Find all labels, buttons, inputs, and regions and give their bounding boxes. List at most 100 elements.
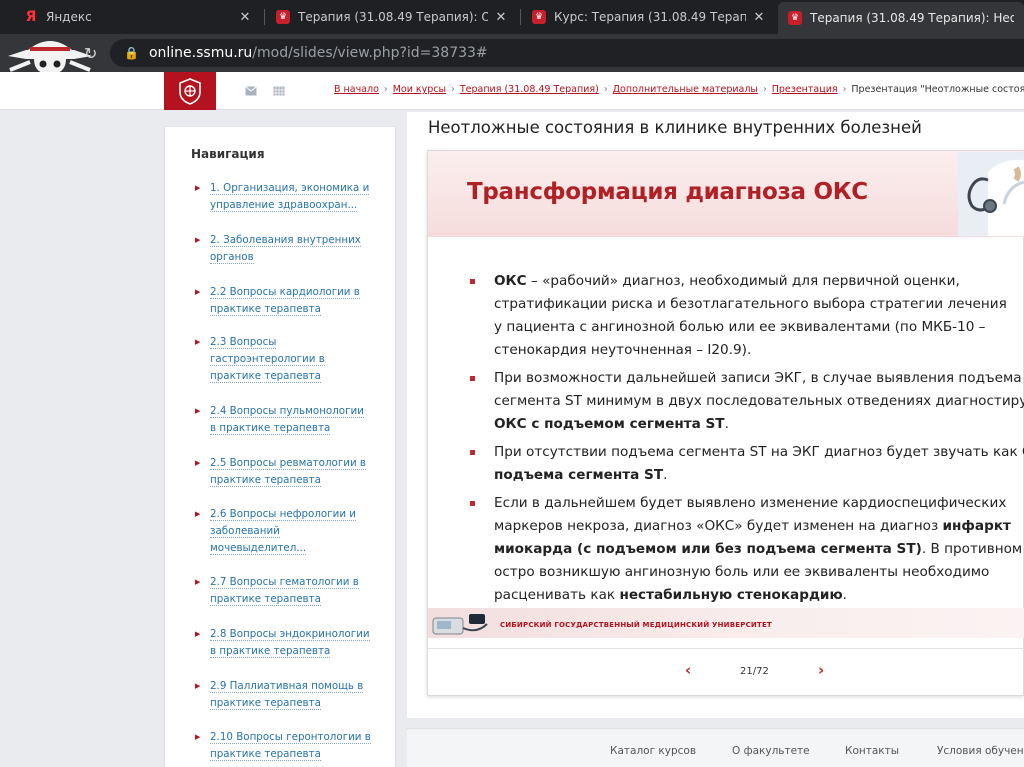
slide-text: нестабильную стенокардию: [619, 587, 843, 603]
breadcrumb-separator: ›: [842, 84, 847, 95]
slide-text: ОКС: [494, 273, 527, 289]
tab-course-overview[interactable]: ♛ Терапия (31.08.49 Терапия): Ос ✕: [266, 3, 518, 31]
bullet-icon: ▶: [195, 288, 201, 296]
slide-text: При возможности дальнейшей записи ЭКГ, в…: [494, 370, 1022, 386]
nav-item-label-line: 2.7 Вопросы гематологии в: [210, 576, 359, 589]
nav-item-label-line: практике терапевта: [210, 593, 321, 606]
nav-item[interactable]: ▶ 2.2 Вопросы кардиологии в практике терап…: [195, 284, 375, 318]
close-icon[interactable]: ✕: [752, 10, 766, 25]
mail-icon[interactable]: [245, 86, 257, 96]
university-crest-icon: ♛: [532, 10, 546, 24]
slide-divider: [428, 648, 1024, 649]
tab-yandex[interactable]: Я Яндекс ✕: [14, 3, 262, 31]
university-logo[interactable]: [164, 72, 216, 110]
bullet-icon: ▶: [195, 578, 201, 586]
breadcrumb-my-courses[interactable]: Мои курсы: [393, 84, 446, 95]
calendar-icon[interactable]: [273, 86, 285, 96]
breadcrumb-separator: ›: [383, 84, 388, 95]
nav-item-label: 2.9 Паллиативная помощь в практике терапе…: [210, 678, 375, 712]
nav-item-label-line: 2.6 Вопросы нефрологии и: [210, 508, 356, 521]
nav-item-label-line: практике терапевта: [210, 370, 321, 383]
tab-separator: [520, 9, 521, 25]
nav-item[interactable]: ▶ 2. Заболевания внутренних органов: [195, 232, 375, 266]
slide-bullet: Если в дальнейшем будет выявлено изменен…: [468, 492, 1024, 607]
nav-item-label-line: 2.8 Вопросы эндокринологии: [210, 628, 370, 641]
close-icon[interactable]: ✕: [238, 10, 252, 25]
breadcrumb: В начало › Мои курсы › Терапия (31.08.49 Т…: [334, 84, 1024, 95]
yandex-icon: Я: [25, 9, 37, 25]
nav-item[interactable]: ▶ 2.3 Вопросы гастроэнтерологии в практике …: [195, 334, 375, 385]
nav-item-label-line: 1. Организация, экономика и: [210, 182, 370, 195]
tab-title: Терапия (31.08.49 Терапия): Ос: [298, 10, 488, 24]
straw-hat-skull-icon: [8, 41, 92, 74]
slide-text: Если в дальнейшем будет выявлено изменен…: [494, 495, 1007, 511]
breadcrumb-additional-materials[interactable]: Дополнительные материалы: [613, 84, 758, 95]
tab-presentation-active[interactable]: ♛ Терапия (31.08.49 Терапия): Нео: [778, 2, 1024, 34]
slide-text: стенокардия неуточненная – I20.9).: [494, 342, 752, 358]
nav-item[interactable]: ▶ 2.9 Паллиативная помощь в практике терап…: [195, 678, 375, 712]
url-host: online.ssmu.ru: [148, 45, 253, 61]
bullet-icon: ▶: [195, 236, 201, 244]
previous-slide-button[interactable]: ‹: [685, 661, 691, 679]
url-field[interactable]: 🔒 online.ssmu.ru/mod/slides/view.php?id=…: [110, 39, 1024, 67]
footer-link-contacts[interactable]: Контакты: [845, 745, 899, 757]
breadcrumb-current: Презентация "Неотложные состоя...: [851, 84, 1024, 95]
nav-item-label: 2.2 Вопросы кардиологии в практике терапе…: [210, 284, 375, 318]
nav-item-label-line: в практике терапевта: [210, 422, 331, 435]
nav-item[interactable]: ▶ 2.4 Вопросы пульмонологии в практике тер…: [195, 403, 375, 437]
nav-item[interactable]: ▶ 2.7 Вопросы гематологии в практике терап…: [195, 574, 375, 608]
nav-item-label-line: практике терапевта: [210, 697, 321, 710]
slide-bullet: При отсутствии подъема сегмента ST на ЭК…: [468, 441, 1024, 487]
breadcrumb-separator: ›: [451, 84, 455, 95]
slide-text: .: [842, 587, 847, 603]
bullet-icon: ▶: [195, 682, 201, 690]
page-title: Неотложные состояния в клинике внутренни…: [428, 118, 922, 137]
slide-text: стратификации риска и безотлагательного …: [494, 296, 1007, 312]
slide-text: подъема сегмента ST: [494, 467, 664, 483]
university-crest-icon: ♛: [276, 10, 290, 24]
slide-text: у пациента с ангинозной болью или ее экв…: [494, 319, 986, 335]
nav-item-label-line: практике терапевта: [210, 748, 321, 761]
footer-link-course-catalog[interactable]: Каталог курсов: [610, 745, 696, 757]
nav-item[interactable]: ▶ 2.10 Вопросы геронтологии в практике тер…: [195, 729, 375, 763]
nav-item-label-line: 2.9 Паллиативная помощь в: [210, 680, 364, 693]
navigation-block: [164, 126, 396, 767]
close-icon[interactable]: ✕: [494, 10, 508, 25]
nav-item[interactable]: ▶ 2.5 Вопросы ревматологии в практике тера…: [195, 455, 375, 489]
university-crest-icon: ♛: [788, 11, 802, 25]
slide-text: При отсутствии подъема сегмента ST на ЭК…: [494, 444, 1023, 460]
breadcrumb-home[interactable]: В начало: [334, 84, 379, 95]
slide-bullet: При возможности дальнейшей записи ЭКГ, в…: [468, 367, 1024, 436]
slide-text: .: [663, 467, 668, 483]
nav-item[interactable]: ▶ 2.8 Вопросы эндокринологии в практике те…: [195, 626, 375, 660]
nav-item-label: 2.10 Вопросы геронтологии в практике тера…: [210, 729, 375, 763]
nav-item-label-line: практике терапевта: [210, 303, 321, 316]
next-slide-button[interactable]: ›: [818, 661, 824, 679]
footer-link-study-terms[interactable]: Условия обучения: [937, 745, 1024, 757]
nav-item-label: 2.6 Вопросы нефрологии и заболеваний мочев…: [210, 506, 375, 557]
nav-item[interactable]: ▶ 2.6 Вопросы нефрологии и заболеваний моче…: [195, 506, 375, 557]
nav-item-label-line: 2.2 Вопросы кардиологии в: [210, 286, 360, 299]
breadcrumb-separator: ›: [762, 84, 767, 95]
reload-icon[interactable]: ↻: [84, 44, 97, 63]
footer-link-about-faculty[interactable]: О факультете: [732, 745, 810, 757]
tab-course[interactable]: ♛ Курс: Терапия (31.08.49 Терапия ✕: [522, 3, 776, 31]
breadcrumb-course[interactable]: Терапия (31.08.49 Терапия): [460, 84, 599, 95]
nav-item-label-line: 2.5 Вопросы ревматологии в: [210, 457, 366, 470]
slide-text: остро возникшую ангинозную боль или ее э…: [494, 564, 990, 580]
slide-counter: 21/72: [740, 666, 769, 677]
nav-item-label-line: 2.3 Вопросы: [210, 336, 277, 349]
nav-item-label-line: практике терапевта: [210, 474, 321, 487]
bullet-icon: ▶: [195, 184, 201, 192]
doctor-stethoscope-image: [958, 152, 1024, 236]
nav-item-label: 2.5 Вопросы ревматологии в практике терап…: [210, 455, 375, 489]
nav-item[interactable]: ▶ 1. Организация, экономика и управление з…: [195, 180, 375, 214]
slide-text: .: [724, 416, 729, 432]
slide-text: миокарда (с подъемом или без подъема сег…: [494, 541, 922, 557]
navigation-title: Навигация: [191, 147, 265, 161]
bullet-icon: ▶: [195, 459, 201, 467]
breadcrumb-presentation[interactable]: Презентация: [772, 84, 838, 95]
tab-separator: [264, 9, 265, 25]
nav-item-label-line: органов: [210, 251, 254, 264]
slide-text: . В противном случае: [921, 541, 1024, 557]
